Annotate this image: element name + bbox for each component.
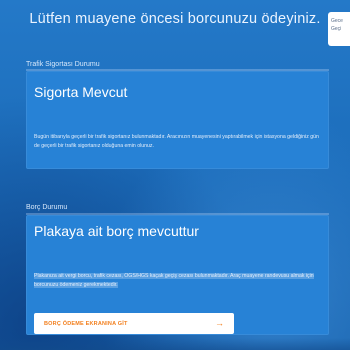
- insurance-panel-divider: [26, 69, 329, 71]
- side-panel-peek[interactable]: Gece Geçi: [328, 12, 350, 46]
- debt-description: Plakanıza ait vergi borcu, trafik cezası…: [34, 272, 321, 290]
- debt-section-label: Borç Durumu: [26, 204, 68, 211]
- insurance-heading: Sigorta Mevcut: [34, 84, 128, 100]
- page-title: Lütfen muayene öncesi borcunuzu ödeyiniz…: [29, 11, 321, 27]
- debt-payment-button-label: BORÇ ÖDEME EKRANINA GİT: [44, 320, 128, 327]
- side-panel-line-2: Geçi: [331, 26, 342, 32]
- insurance-panel: Sigorta Mevcut Bugün itibarıyla geçerli …: [26, 69, 329, 169]
- debt-panel-divider: [26, 213, 329, 215]
- go-to-debt-payment-button[interactable]: BORÇ ÖDEME EKRANINA GİT →: [34, 313, 234, 334]
- debt-heading: Plakaya ait borç mevcuttur: [34, 223, 199, 239]
- arrow-right-icon: →: [215, 318, 224, 328]
- insurance-section-label: Trafik Sigortası Durumu: [26, 61, 100, 68]
- insurance-description: Bugün itibarıyla geçerli bir trafik sigo…: [34, 134, 319, 149]
- side-panel-line-1: Gece: [331, 18, 343, 24]
- debt-description-text: Plakanıza ait vergi borcu, trafik cezası…: [34, 273, 314, 288]
- bottom-shade: [0, 338, 350, 350]
